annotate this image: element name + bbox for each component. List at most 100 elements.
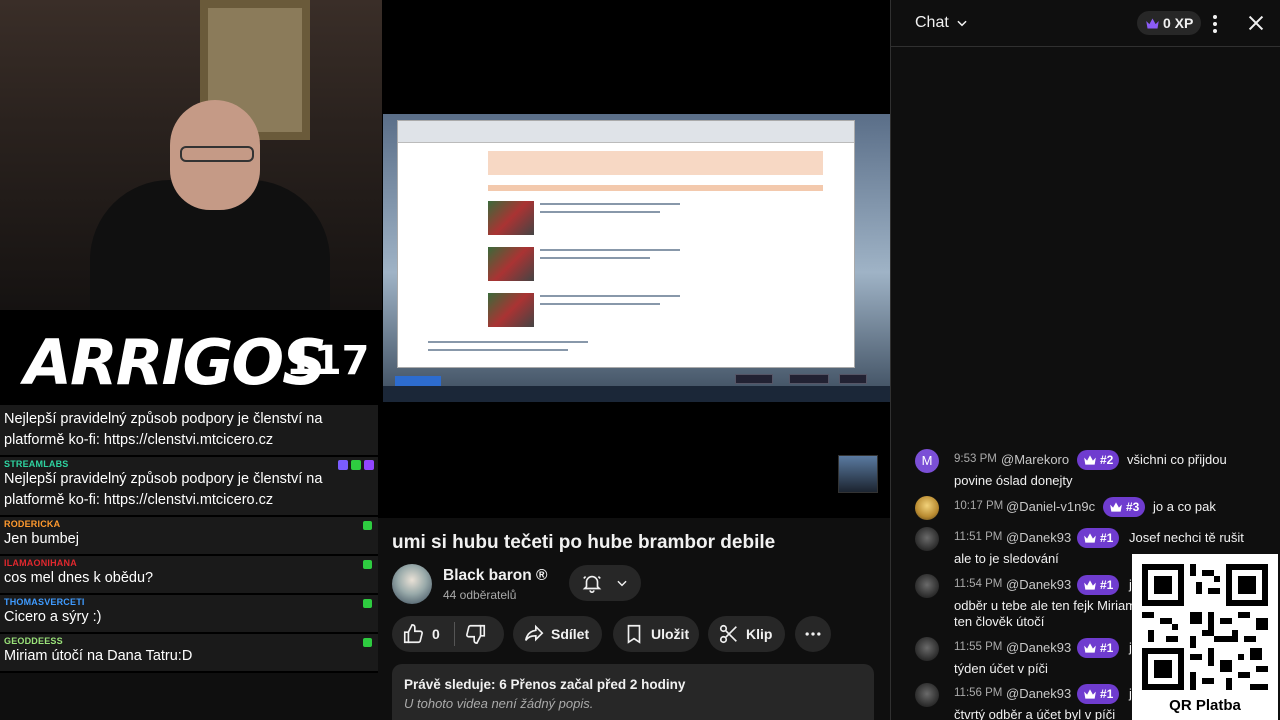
dislike-icon[interactable] — [465, 623, 487, 645]
shared-browser-window — [397, 120, 855, 368]
subscriber-count: 44 odběratelů — [443, 588, 517, 602]
message-author[interactable]: @Danek93 — [1006, 530, 1071, 545]
crown-icon — [1084, 533, 1096, 543]
more-actions-button[interactable] — [795, 616, 831, 652]
rank-value: #1 — [1100, 531, 1114, 545]
description-box[interactable]: Právě sleduje: 6 Přenos začal před 2 hod… — [392, 664, 874, 720]
channel-avatar[interactable] — [392, 564, 432, 604]
message-author[interactable]: @Danek93 — [1006, 577, 1071, 592]
message-author[interactable]: @Marekoro — [1001, 452, 1069, 467]
crown-icon — [1084, 580, 1096, 590]
message-author[interactable]: @Danek93 — [1006, 686, 1071, 701]
chevron-down-icon — [617, 580, 627, 587]
product-text — [540, 257, 650, 259]
product-thumbnail — [488, 247, 534, 281]
overlay-message-text: Cicero a sýry :) — [4, 609, 102, 625]
crown-icon — [1084, 689, 1096, 699]
chat-mode-dropdown[interactable]: Chat — [915, 14, 969, 32]
xp-badge[interactable]: 0 XP — [1137, 11, 1202, 35]
message-text: jo a co pak — [1153, 499, 1216, 514]
save-button[interactable]: Uložit — [613, 616, 699, 652]
like-divider — [453, 622, 455, 646]
overlay-message: RODERICKA Jen bumbej — [0, 517, 378, 556]
game-button — [839, 374, 867, 384]
product-text — [540, 203, 680, 205]
moderator-badge-icon — [338, 460, 348, 470]
user-avatar[interactable]: M — [915, 449, 939, 473]
bot-badge-icon — [364, 460, 374, 470]
logo-number: 117 — [286, 338, 370, 384]
more-vert-icon[interactable] — [1209, 12, 1221, 36]
like-count: 0 — [432, 626, 440, 642]
crown-icon — [1084, 643, 1096, 653]
scissors-icon — [719, 624, 737, 644]
streamer-glasses — [180, 146, 254, 162]
overlay-message: GEODDEESS Miriam útočí na Dana Tatru:D — [0, 634, 378, 673]
message-text-continued: ten člověk útočí — [954, 614, 1045, 629]
user-avatar[interactable] — [915, 683, 939, 707]
game-button — [789, 374, 829, 384]
overlay-message-user: RODERICKA — [4, 519, 61, 529]
user-avatar[interactable] — [915, 574, 939, 598]
overlay-message-text: Nejlepší pravidelný způsob podpory je čl… — [4, 411, 323, 448]
overlay-message-text: Nejlepší pravidelný způsob podpory je čl… — [4, 471, 323, 508]
overlay-message: THOMASVERCETI Cicero a sýry :) — [0, 595, 378, 634]
video-metadata: umi si hubu tečeti po hube brambor debil… — [392, 518, 882, 720]
product-text — [540, 303, 660, 305]
overlay-message-user: STREAMLABS — [4, 459, 69, 469]
rank-value: #2 — [1100, 453, 1114, 467]
subscription-bell-button[interactable] — [569, 565, 641, 601]
stream-chat-overlay: Nejlepší pravidelný způsob podpory je čl… — [0, 405, 378, 718]
qr-code-icon — [1142, 564, 1268, 690]
bell-icon — [582, 575, 602, 593]
message-timestamp: 10:17 PM — [954, 500, 1004, 512]
crown-icon — [1110, 502, 1122, 512]
kick-badge-icon — [363, 560, 372, 569]
webcam-feed — [0, 0, 382, 310]
like-icon[interactable] — [402, 623, 424, 645]
channel-name[interactable]: Black baron ® — [443, 567, 547, 585]
overlay-message-user: THOMASVERCETI — [4, 597, 85, 607]
message-timestamp: 9:53 PM — [954, 453, 997, 465]
rank-badge: #1 — [1077, 575, 1120, 595]
footer-text — [428, 341, 588, 343]
overlay-message: STREAMLABS Nejlepší pravidelný způsob po… — [0, 457, 378, 517]
user-avatar[interactable] — [915, 496, 939, 520]
game-button — [735, 374, 773, 384]
footer-text — [428, 349, 568, 351]
overlay-message-user: ILAMAONIHANA — [4, 558, 77, 568]
message-timestamp: 11:54 PM — [954, 578, 1003, 590]
overlay-message-user: GEODDEESS — [4, 636, 63, 646]
save-label: Uložit — [651, 626, 690, 642]
message-text-continued: odběr u tebe ale ten fejk Miriam — [954, 598, 1137, 613]
user-avatar[interactable] — [915, 527, 939, 551]
product-text — [540, 249, 680, 251]
overlay-message-text: Miriam útočí na Dana Tatru:D — [4, 648, 193, 664]
product-text — [540, 295, 680, 297]
app-root: ARRIGOS 117 Nejlepší pravidelný způsob p… — [0, 0, 1280, 720]
windows-taskbar — [383, 386, 890, 402]
channel-watermark — [838, 455, 878, 493]
verified-badge-icon — [351, 460, 361, 470]
share-button[interactable]: Sdílet — [513, 616, 602, 652]
qr-label: QR Platba — [1169, 697, 1241, 714]
rank-badge: #2 — [1077, 450, 1120, 470]
product-thumbnail — [488, 201, 534, 235]
message-text-continued: čtvrtý odběr a účet byl v píči — [954, 707, 1116, 720]
message-author[interactable]: @Danek93 — [1006, 640, 1071, 655]
kick-badge-icon — [363, 599, 372, 608]
message-author[interactable]: @Daniel-v1n9c — [1006, 499, 1095, 514]
user-avatar[interactable] — [915, 637, 939, 661]
crown-icon — [1084, 455, 1096, 465]
close-icon[interactable] — [1245, 12, 1267, 34]
rank-badge: #1 — [1077, 638, 1120, 658]
product-thumbnail — [488, 293, 534, 327]
message-timestamp: 11:51 PM — [954, 531, 1003, 543]
product-text — [540, 211, 660, 213]
message-text: všichni co přijdou — [1127, 452, 1227, 467]
rank-value: #1 — [1100, 578, 1114, 592]
kick-badge-icon — [363, 521, 372, 530]
share-icon — [524, 624, 544, 642]
clip-button[interactable]: Klip — [708, 616, 785, 652]
search-band — [488, 151, 823, 175]
